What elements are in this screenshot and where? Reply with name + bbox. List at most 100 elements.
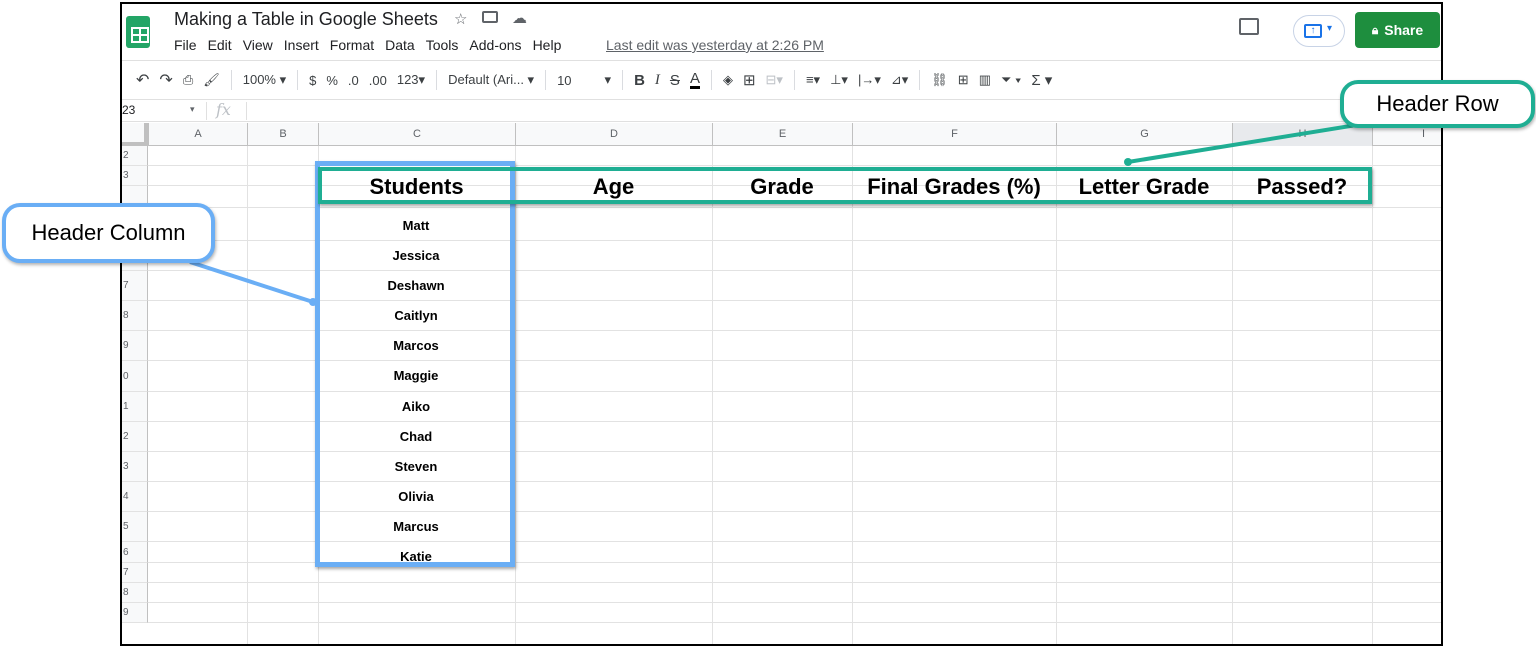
row-gridline	[148, 582, 1441, 583]
toolbar: ↶ ↷ ⎙ 🖌︎ 100% ▾ $ % .0 .00 123▾ Default …	[122, 60, 1441, 100]
present-button[interactable]: ↑ ▾	[1293, 15, 1345, 47]
row-header[interactable]: 9	[122, 331, 148, 361]
document-title[interactable]: Making a Table in Google Sheets	[174, 9, 438, 30]
spreadsheet-grid[interactable]: A B C D E F G H I 2367890123456789 Stude…	[122, 123, 1441, 644]
fill-color-icon[interactable]: ◈	[723, 72, 733, 88]
print-icon[interactable]: ⎙	[183, 72, 193, 88]
more-formats-button[interactable]: 123▾	[397, 72, 425, 88]
column-header-a[interactable]: A	[148, 123, 247, 146]
font-select[interactable]: Default (Ari... ▾	[448, 72, 534, 88]
toolbar-divider	[545, 70, 547, 90]
sheets-window: Making a Table in Google Sheets ☆ ☁ File…	[120, 2, 1443, 646]
menu-file[interactable]: File	[174, 37, 197, 53]
insert-link-icon[interactable]: ⛓︎	[931, 72, 948, 88]
comment-history-icon[interactable]	[1239, 18, 1259, 35]
fx-icon: fx	[216, 100, 231, 119]
column-gridline	[852, 146, 853, 644]
toolbar-divider	[297, 70, 299, 90]
horizontal-align-icon[interactable]: ≡▾	[806, 72, 820, 88]
row-header[interactable]: 5	[122, 512, 148, 542]
row-header[interactable]: 8	[122, 583, 148, 603]
percent-format-button[interactable]: %	[326, 73, 338, 88]
text-rotation-icon[interactable]: ⊿▾	[891, 72, 908, 88]
row-header[interactable]: 3	[122, 452, 148, 482]
zoom-value: 100%	[242, 72, 276, 87]
header-column-highlight	[315, 161, 515, 567]
column-gridline	[515, 146, 516, 644]
share-button[interactable]: 🔒︎ Share	[1355, 12, 1440, 48]
column-header-g[interactable]: G	[1056, 123, 1232, 146]
cloud-status-icon[interactable]: ☁	[512, 9, 527, 27]
formula-divider	[246, 102, 247, 120]
row-gridline	[148, 602, 1441, 603]
row-header[interactable]: 1	[122, 392, 148, 422]
row-header[interactable]: 2	[122, 146, 148, 166]
header-column-callout: Header Column	[2, 203, 215, 263]
strikethrough-button[interactable]: S	[670, 72, 680, 89]
name-box[interactable]: 23	[122, 103, 135, 117]
menu-edit[interactable]: Edit	[208, 37, 232, 53]
menu-format[interactable]: Format	[330, 37, 374, 53]
vertical-align-icon[interactable]: ⊥▾	[830, 72, 848, 88]
menu-data[interactable]: Data	[385, 37, 415, 53]
decrease-decimal-button[interactable]: .0	[348, 73, 359, 88]
insert-chart-icon[interactable]: ▥	[979, 72, 991, 88]
column-gridline	[1056, 146, 1057, 644]
column-gridline	[247, 146, 248, 644]
column-header-b[interactable]: B	[247, 123, 318, 146]
menu-view[interactable]: View	[243, 37, 273, 53]
functions-icon: Σ	[1031, 72, 1041, 89]
present-icon: ↑	[1304, 24, 1322, 38]
last-edit-link[interactable]: Last edit was yesterday at 2:26 PM	[606, 37, 824, 53]
row-header[interactable]: 2	[122, 422, 148, 452]
menu-insert[interactable]: Insert	[284, 37, 319, 53]
insert-comment-icon[interactable]: ⊞	[958, 72, 969, 88]
currency-format-button[interactable]: $	[309, 73, 316, 88]
column-header-bar: A B C D E F G H I	[122, 123, 1441, 146]
text-wrapping-icon[interactable]: |→▾	[858, 72, 881, 88]
toolbar-divider	[622, 70, 624, 90]
column-gridline	[1232, 146, 1233, 644]
sheets-logo-icon[interactable]	[126, 16, 150, 48]
formula-bar: 23 ▾ fx	[122, 100, 1441, 122]
column-header-c[interactable]: C	[318, 123, 515, 146]
column-header-f[interactable]: F	[852, 123, 1056, 146]
redo-icon[interactable]: ↷	[159, 70, 172, 90]
toolbar-divider	[436, 70, 438, 90]
italic-button[interactable]: I	[655, 72, 660, 89]
select-all-corner[interactable]	[122, 123, 148, 146]
functions-button[interactable]: Σ ▾	[1031, 71, 1052, 89]
zoom-select[interactable]: 100% ▾	[243, 72, 286, 88]
column-gridline	[712, 146, 713, 644]
more-formats-label: 123	[396, 72, 419, 87]
row-header[interactable]: 6	[122, 542, 148, 563]
column-header-e[interactable]: E	[712, 123, 852, 146]
font-size-select[interactable]: 10	[557, 73, 571, 88]
merge-cells-icon[interactable]: ⊟▾	[766, 72, 783, 88]
star-icon[interactable]: ☆	[454, 10, 467, 28]
row-header[interactable]: 7	[122, 271, 148, 301]
bold-button[interactable]: B	[634, 72, 645, 89]
row-gridline	[148, 622, 1441, 623]
borders-icon[interactable]: ⊞	[743, 71, 756, 89]
row-header[interactable]: 4	[122, 482, 148, 512]
row-header[interactable]: 3	[122, 166, 148, 186]
row-header[interactable]: 0	[122, 361, 148, 392]
undo-icon[interactable]: ↶	[136, 70, 149, 90]
header-row-highlight	[318, 167, 1372, 204]
column-header-d[interactable]: D	[515, 123, 712, 146]
filter-icon[interactable]: ⏷ ▾	[1001, 72, 1021, 88]
row-header[interactable]: 7	[122, 563, 148, 583]
row-header[interactable]: 9	[122, 603, 148, 623]
text-color-button[interactable]: A	[689, 71, 700, 89]
menu-help[interactable]: Help	[533, 37, 562, 53]
menu-add-ons[interactable]: Add-ons	[469, 37, 521, 53]
paint-format-icon[interactable]: 🖌︎	[203, 72, 220, 88]
increase-decimal-button[interactable]: .00	[369, 73, 387, 88]
share-label: Share	[1384, 22, 1424, 38]
row-header[interactable]: 8	[122, 301, 148, 331]
chevron-down-icon[interactable]: ▾	[190, 104, 195, 115]
move-to-folder-icon[interactable]	[482, 11, 498, 23]
menu-tools[interactable]: Tools	[426, 37, 459, 53]
font-size-caret-icon[interactable]: ▾	[605, 72, 612, 88]
